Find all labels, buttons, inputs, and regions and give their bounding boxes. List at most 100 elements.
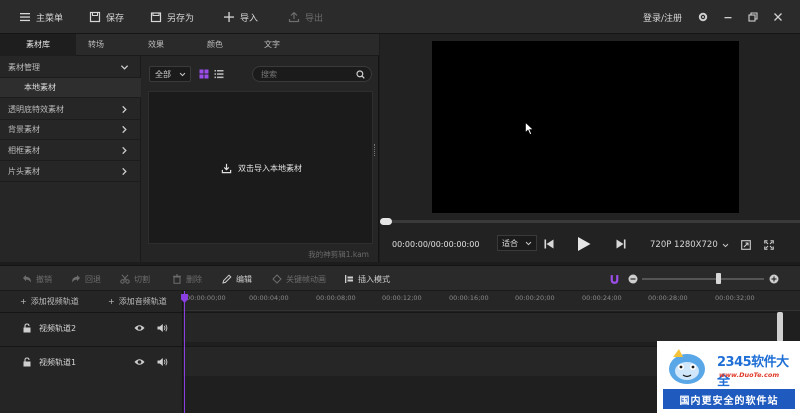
insert-mode-label: 插入模式 (358, 274, 390, 284)
delete-button[interactable]: 删除 (172, 266, 202, 292)
minimize-icon[interactable] (722, 11, 734, 23)
time-ruler[interactable]: 00:00:00;00 00:00:04;00 00:00:08;00 00:0… (183, 291, 800, 311)
chevron-right-icon (122, 105, 127, 114)
filter-value: 全部 (155, 69, 171, 79)
tab-text[interactable]: 文字 (252, 34, 292, 56)
import-drop-area[interactable]: 双击导入本地素材 (148, 91, 373, 244)
export-button[interactable]: 导出 (288, 0, 323, 34)
play-icon[interactable] (576, 236, 592, 252)
keyframe-animation-button[interactable]: 关键帧动画 (272, 266, 326, 292)
tab-material-library[interactable]: 素材库 (0, 34, 76, 56)
resolution-dropdown[interactable]: 720P 1280X720 (650, 240, 729, 250)
popout-window-icon[interactable] (741, 240, 751, 250)
resolution-value: 720P 1280X720 (650, 240, 718, 250)
unlock-icon[interactable] (22, 357, 32, 367)
category-opening[interactable]: 片头素材 (0, 162, 141, 182)
unlock-icon[interactable] (22, 323, 32, 333)
panel-resize-handle[interactable] (374, 144, 376, 156)
ruler-tick: 00:00:20;00 (515, 294, 555, 302)
add-video-track-label: 添加视频轨道 (30, 296, 79, 306)
import-label: 导入 (240, 13, 259, 24)
category-transparent-effects[interactable]: 透明底特效素材 (0, 100, 141, 120)
delete-label: 删除 (186, 274, 202, 284)
save-label: 保存 (106, 13, 125, 24)
edit-button[interactable]: 编辑 (222, 266, 252, 292)
plus-icon: + (20, 296, 27, 306)
restore-window-icon[interactable] (747, 11, 759, 23)
magnet-snap-icon[interactable] (609, 274, 620, 285)
previous-frame-icon[interactable] (544, 239, 554, 249)
zoom-slider-knob[interactable] (715, 273, 721, 284)
close-icon[interactable] (772, 11, 784, 23)
undo-button[interactable]: 撤销 (22, 266, 52, 292)
speaker-icon[interactable] (157, 357, 168, 367)
fit-dropdown[interactable]: 适合 (497, 235, 537, 251)
category-local-material[interactable]: 本地素材 (0, 78, 141, 98)
speaker-icon[interactable] (157, 323, 168, 333)
settings-gear-icon[interactable] (697, 11, 709, 23)
category-label: 素材管理 (8, 63, 40, 72)
add-video-track-button[interactable]: + 添加视频轨道 (20, 291, 79, 311)
category-label: 片头素材 (8, 167, 40, 176)
ruler-tick: 00:00:12;00 (382, 294, 422, 302)
zoom-in-icon[interactable] (769, 274, 779, 284)
save-as-button[interactable]: 另存为 (150, 0, 194, 34)
project-name: 我的神剪辑1.kam (308, 250, 369, 259)
chevron-down-icon (722, 243, 729, 247)
tab-color[interactable]: 颜色 (195, 34, 235, 56)
main-menu-button[interactable]: 主菜单 (19, 0, 63, 34)
search-icon[interactable] (356, 70, 365, 79)
library-tabs: 素材库 转场 效果 颜色 文字 (0, 34, 379, 56)
material-area: 全部 双击导入本地素材 我的神剪辑1.kam (141, 56, 379, 262)
save-icon (89, 11, 101, 23)
playhead-line[interactable] (184, 291, 185, 413)
save-as-label: 另存为 (167, 13, 195, 24)
track-name: 视频轨道1 (39, 358, 77, 367)
redo-label: 回退 (85, 274, 101, 284)
grid-view-icon[interactable] (199, 69, 209, 79)
add-audio-track-button[interactable]: + 添加音频轨道 (108, 291, 167, 311)
undo-icon (23, 275, 31, 283)
ruler-tick: 00:00:04;00 (249, 294, 289, 302)
save-button[interactable]: 保存 (89, 0, 124, 34)
redo-button[interactable]: 回退 (71, 266, 101, 292)
preview-screen[interactable] (432, 41, 739, 213)
track-lane-video-2[interactable] (183, 312, 777, 342)
import-hint: 双击导入本地素材 (149, 92, 374, 245)
import-button[interactable]: 导入 (223, 0, 258, 34)
timeline-vertical-scrollbar[interactable] (777, 312, 783, 342)
fullscreen-icon[interactable] (764, 240, 774, 250)
tab-transition[interactable]: 转场 (76, 34, 116, 56)
category-background[interactable]: 背景素材 (0, 120, 141, 140)
keyframe-label: 关键帧动画 (286, 274, 326, 284)
keyframe-diamond-icon (272, 274, 282, 284)
category-material-manage[interactable]: 素材管理 (0, 58, 141, 78)
timeline-toolbar: 撤销 回退 切割 删除 编辑 关键帧动画 插入模式 (0, 265, 800, 291)
track-header-video-2[interactable]: 视频轨道2 (0, 312, 183, 342)
watermark-slogan: 国内更安全的软件站 (663, 389, 795, 409)
category-frame[interactable]: 相框素材 (0, 141, 141, 161)
zoom-out-icon[interactable] (628, 274, 638, 284)
insert-mode-button[interactable]: 插入模式 (344, 266, 390, 292)
insert-mode-icon (345, 275, 353, 283)
tab-effects[interactable]: 效果 (136, 34, 176, 56)
list-view-icon[interactable] (214, 69, 224, 79)
ruler-tick: 00:00:32;00 (715, 294, 755, 302)
search-input[interactable] (252, 66, 372, 82)
timecode-display: 00:00:00/00:00:00:00 (392, 240, 480, 249)
main-menu-label: 主菜单 (36, 13, 64, 24)
category-label: 透明底特效素材 (8, 105, 64, 114)
export-icon (288, 12, 300, 23)
login-label: 登录/注册 (643, 13, 683, 24)
playback-progress-bar[interactable] (380, 220, 800, 223)
cut-button[interactable]: 切割 (120, 266, 150, 292)
playback-progress-knob[interactable] (380, 218, 392, 225)
eye-icon[interactable] (134, 323, 145, 333)
eye-icon[interactable] (134, 357, 145, 367)
filter-dropdown[interactable]: 全部 (149, 66, 191, 82)
mascot-logo-icon (669, 349, 705, 384)
zoom-slider-track[interactable] (642, 278, 764, 280)
login-register-link[interactable]: 登录/注册 (643, 0, 682, 34)
track-header-video-1[interactable]: 视频轨道1 (0, 346, 183, 376)
next-frame-icon[interactable] (616, 239, 626, 249)
